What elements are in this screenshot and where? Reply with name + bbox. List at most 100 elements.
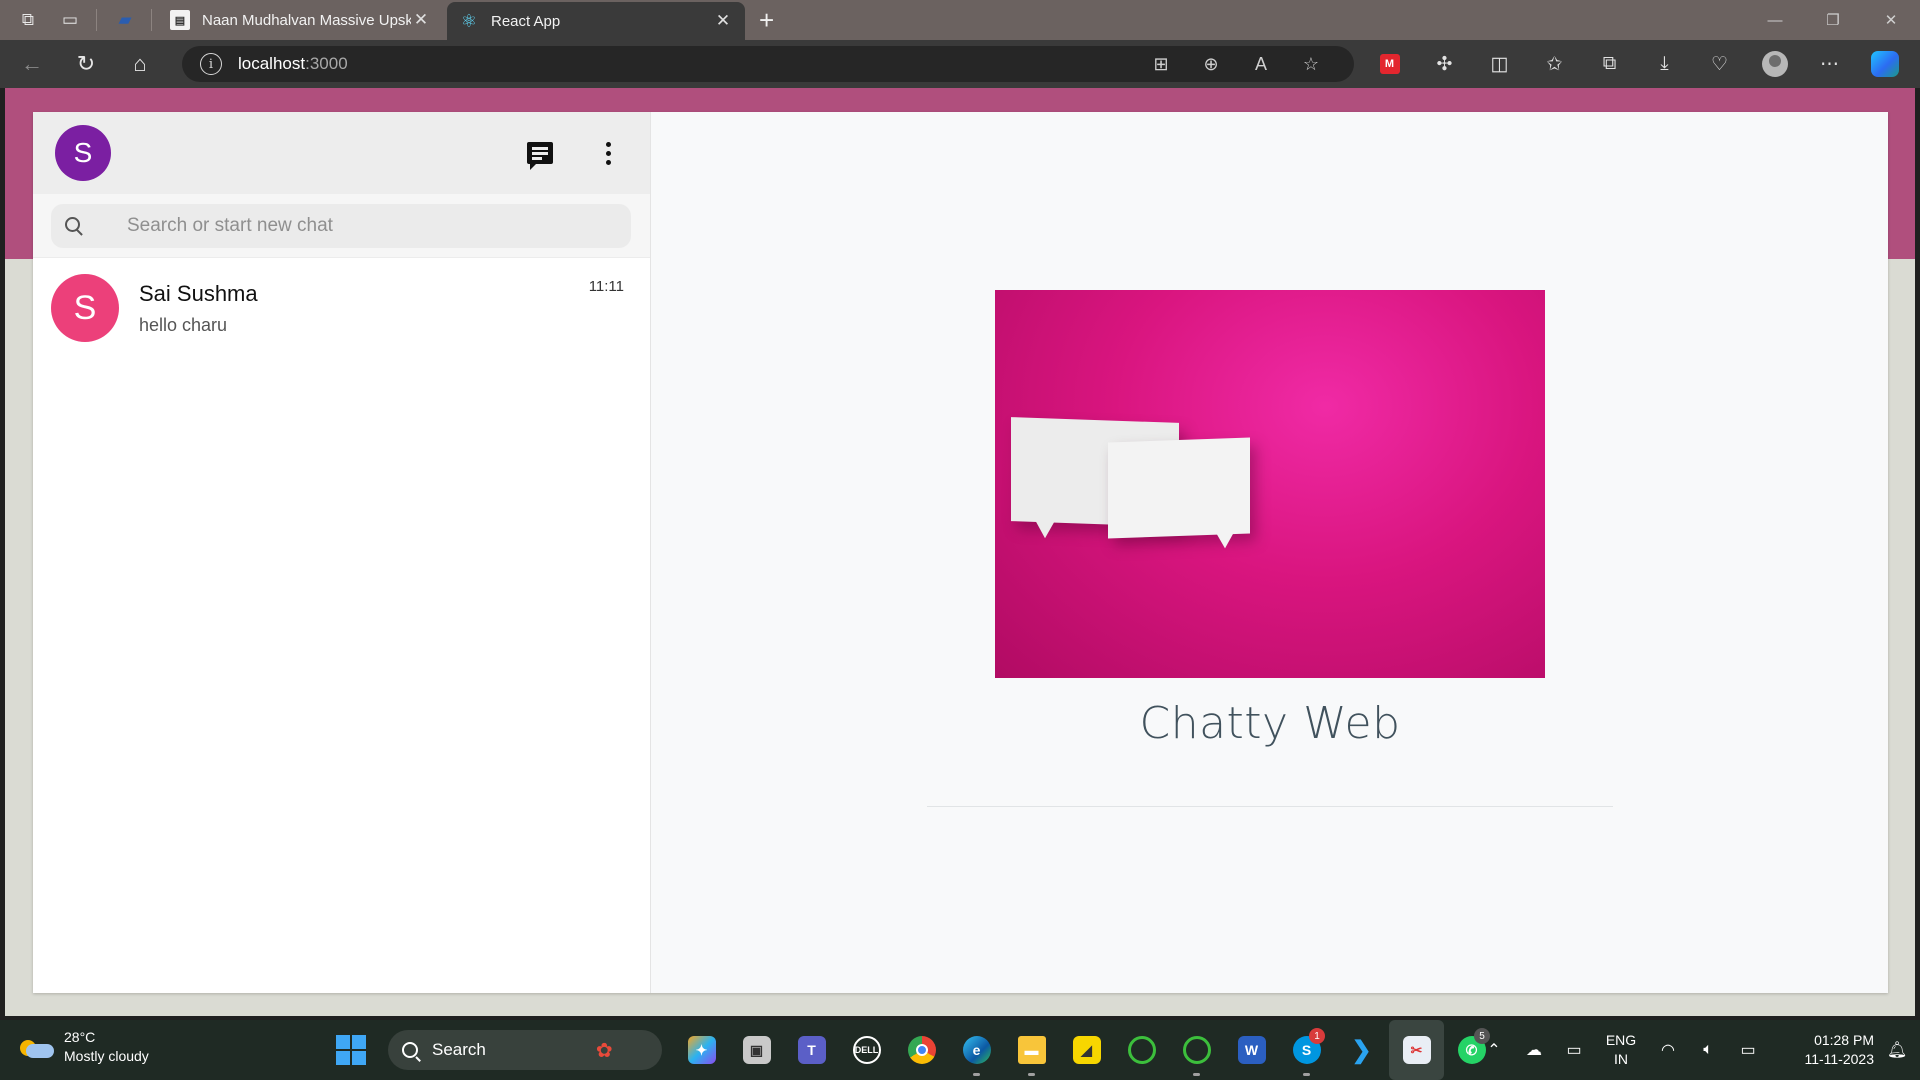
browser-toolbar: M ✣ ◫ ✩ ⧉ ⤓ ♡ ⋯: [1362, 40, 1912, 88]
read-aloud-icon[interactable]: A: [1236, 54, 1286, 75]
chevron-up-icon[interactable]: ⌃: [1474, 1040, 1514, 1060]
browser-tab-strip: ⧉ ▭ ▰ ▤ Naan Mudhalvan Massive Upskillin…: [0, 0, 1920, 40]
skype-badge: 1: [1309, 1028, 1325, 1044]
dell-icon[interactable]: DELL: [839, 1020, 894, 1080]
lang-region: IN: [1614, 1051, 1628, 1067]
onedrive-icon[interactable]: ☁: [1514, 1040, 1554, 1060]
battery-icon[interactable]: ▭: [1728, 1040, 1768, 1060]
weather-temp: 28°C: [64, 1029, 96, 1045]
tab-title: Naan Mudhalvan Massive Upskilling: [202, 11, 411, 29]
zoom-icon[interactable]: ⊕: [1186, 54, 1236, 75]
user-avatar[interactable]: S: [55, 125, 111, 181]
taskbar-search[interactable]: Search ✿: [388, 1030, 662, 1070]
profile-avatar-icon[interactable]: [1747, 40, 1802, 88]
notification-bell-icon[interactable]: 🔔︎: [1874, 1040, 1920, 1060]
home-icon[interactable]: ⌂: [118, 42, 162, 86]
close-tab-icon[interactable]: ✕: [411, 10, 431, 30]
document-favicon-icon: ▤: [170, 10, 190, 30]
weather-widget[interactable]: 28°C Mostly cloudy: [20, 1028, 149, 1066]
sticky-notes-icon[interactable]: ◢: [1059, 1020, 1114, 1080]
copilot-app-icon[interactable]: ✦: [674, 1020, 729, 1080]
minimize-icon[interactable]: —: [1746, 0, 1804, 40]
favorite-star-icon[interactable]: ☆: [1286, 54, 1336, 75]
chat-avatar: S: [51, 274, 119, 342]
new-tab-icon[interactable]: +: [759, 5, 774, 36]
sidebar-header: S: [33, 112, 650, 194]
tab-react-app[interactable]: ⚛ React App ✕: [447, 2, 745, 40]
taskbar-search-label: Search: [432, 1040, 486, 1059]
split-screen-icon[interactable]: ◫: [1472, 40, 1527, 88]
back-icon[interactable]: ←: [10, 42, 54, 86]
speech-bubble-graphic: [1108, 437, 1250, 539]
chat-timestamp: 11:11: [588, 278, 624, 295]
search-icon: [402, 1042, 418, 1058]
language-indicator[interactable]: ENG IN: [1594, 1031, 1648, 1069]
new-chat-button[interactable]: [516, 129, 564, 177]
url-actions: ⊞ ⊕ A ☆: [1136, 46, 1336, 82]
page-viewport: S S Sai Sushma: [5, 88, 1915, 1016]
browser-essentials-icon[interactable]: ♡: [1692, 40, 1747, 88]
taskbar-apps: Search ✿ ✦ ▣ T DELL e ▬ ◢ W S 1 ❯ ✂ ✆ 5: [336, 1020, 1499, 1080]
chrome-icon[interactable]: [894, 1020, 949, 1080]
chat-last-message: hello charu: [139, 314, 228, 335]
extensions-icon[interactable]: ✣: [1417, 40, 1472, 88]
close-window-icon[interactable]: ✕: [1862, 0, 1920, 40]
collections-icon[interactable]: ⧉: [1582, 40, 1637, 88]
search-highlight-icon: ✿: [595, 1039, 613, 1062]
snipping-tool-icon[interactable]: ✂: [1389, 1020, 1444, 1080]
clock-date: 11-11-2023: [1804, 1051, 1874, 1067]
close-tab-icon[interactable]: ✕: [713, 11, 733, 31]
settings-more-icon[interactable]: ⋯: [1802, 40, 1857, 88]
tab-title: React App: [491, 12, 561, 30]
display-icon[interactable]: ▭: [1554, 1040, 1594, 1060]
edge-icon[interactable]: e: [949, 1020, 1004, 1080]
task-view-icon[interactable]: ▣: [729, 1020, 784, 1080]
chat-icon: [527, 142, 553, 170]
tab-separator: [96, 9, 97, 31]
app-brand-title: Chatty Web: [1139, 698, 1401, 749]
divider: [927, 806, 1613, 807]
copilot-icon[interactable]: [1857, 40, 1912, 88]
tab-naan-mudhalvan[interactable]: ▤ Naan Mudhalvan Massive Upskilling ✕: [158, 0, 443, 40]
teams-icon[interactable]: T: [784, 1020, 839, 1080]
more-vert-icon: [605, 141, 611, 165]
word-icon[interactable]: W: [1224, 1020, 1279, 1080]
system-tray: ⌃ ☁ ▭ ENG IN ◠ 🔈︎ ▭ 01:28 PM 11-11-2023 …: [1474, 1020, 1920, 1080]
site-info-icon[interactable]: i: [200, 53, 222, 75]
more-options-button[interactable]: [584, 129, 632, 177]
windows-taskbar: 28°C Mostly cloudy Search ✿ ✦ ▣ T DELL e…: [0, 1020, 1920, 1080]
chat-list-item[interactable]: S Sai Sushma hello charu 11:11: [33, 258, 650, 358]
chat-name: Sai Sushma: [139, 280, 258, 306]
lang-code: ENG: [1605, 1032, 1637, 1048]
address-bar-row: ← ↻ ⌂ i localhost:3000 ⊞ ⊕ A ☆ M ✣ ◫ ✩ ⧉…: [0, 40, 1920, 88]
url-text[interactable]: localhost:3000: [238, 54, 348, 74]
loading-app-2-icon[interactable]: [1169, 1020, 1224, 1080]
clock[interactable]: 01:28 PM 11-11-2023: [1778, 1031, 1874, 1069]
wifi-icon[interactable]: ◠: [1648, 1040, 1688, 1060]
file-explorer-icon[interactable]: ▬: [1004, 1020, 1059, 1080]
loading-app-icon[interactable]: [1114, 1020, 1169, 1080]
downloads-icon[interactable]: ⤓: [1637, 40, 1692, 88]
welcome-panel: Chatty Web: [651, 112, 1888, 993]
restore-icon[interactable]: ❐: [1804, 0, 1862, 40]
window-controls: — ❐ ✕: [1746, 0, 1920, 40]
refresh-icon[interactable]: ↻: [64, 42, 108, 86]
workspaces-icon[interactable]: ⧉: [14, 6, 42, 34]
favorites-icon[interactable]: ✩: [1527, 40, 1582, 88]
skype-icon[interactable]: S 1: [1279, 1020, 1334, 1080]
search-input[interactable]: [127, 214, 607, 237]
url-field[interactable]: i localhost:3000 ⊞ ⊕ A ☆: [182, 46, 1354, 82]
tab-separator: [151, 9, 152, 31]
chat-app: S S Sai Sushma: [33, 112, 1888, 993]
tab-actions-icon[interactable]: ▭: [56, 6, 84, 34]
app-available-icon[interactable]: ⊞: [1136, 54, 1186, 75]
extension-mcafee-icon[interactable]: M: [1362, 40, 1417, 88]
vscode-icon[interactable]: ❯: [1334, 1020, 1389, 1080]
pinned-tab-icon[interactable]: ▰: [111, 6, 139, 34]
chat-info: Sai Sushma hello charu: [139, 281, 630, 336]
partly-cloudy-icon: [20, 1034, 54, 1060]
volume-icon[interactable]: 🔈︎: [1688, 1041, 1728, 1059]
start-button[interactable]: [336, 1035, 366, 1065]
search-icon: [65, 216, 83, 235]
clock-time: 01:28 PM: [1814, 1032, 1874, 1048]
